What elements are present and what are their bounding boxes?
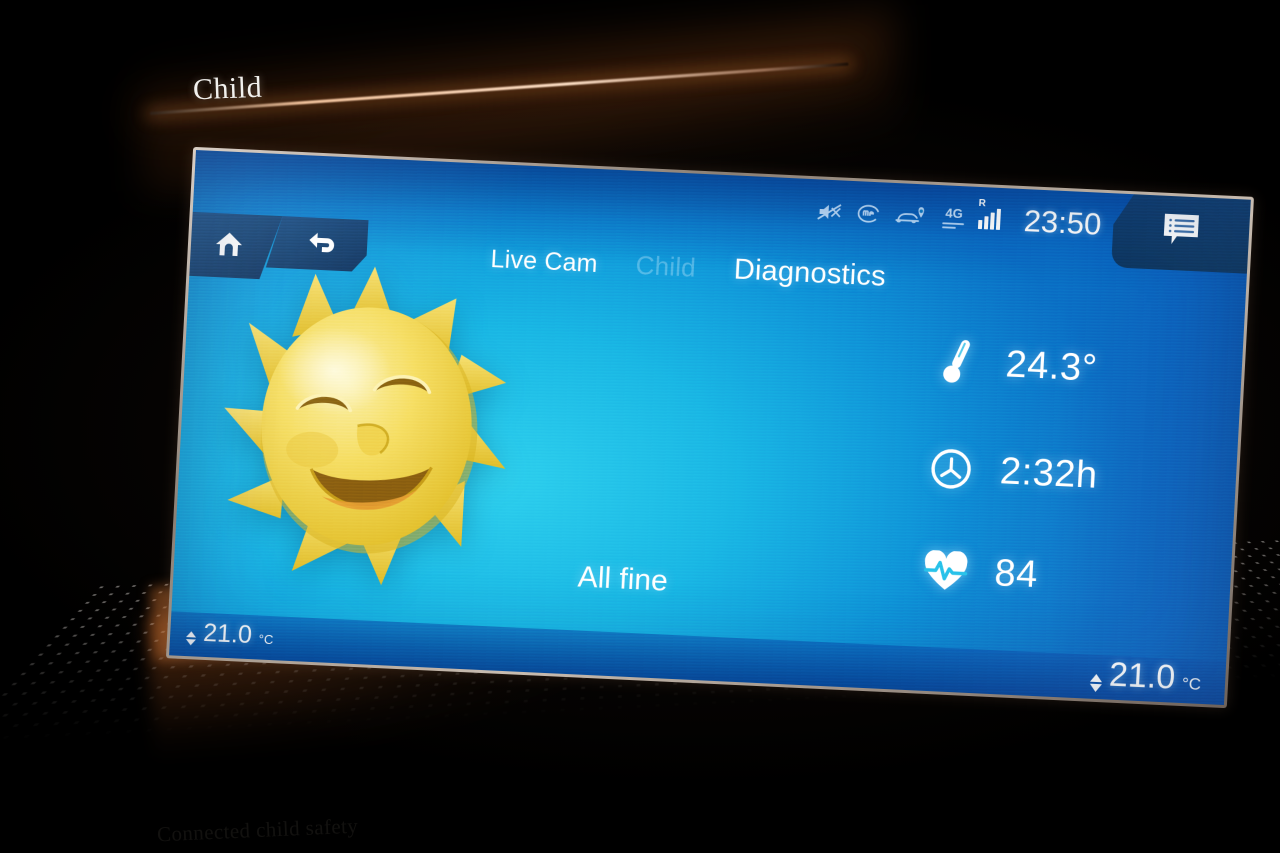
climate-right[interactable]: 21.0 °C bbox=[1089, 655, 1202, 700]
climate-left[interactable]: 21.0 °C bbox=[185, 618, 274, 652]
infotainment-display: 4G R 23:50 Live Cam Child Diagnostics Al… bbox=[165, 146, 1255, 709]
climate-right-unit: °C bbox=[1181, 674, 1202, 694]
metrics-panel: 24.3° 2:32h 84 bbox=[922, 335, 1165, 602]
messages-button[interactable] bbox=[1111, 193, 1251, 273]
status-bar: 4G R 23:50 bbox=[816, 193, 1102, 242]
car-location-icon[interactable] bbox=[894, 204, 929, 228]
mute-icon[interactable] bbox=[817, 201, 844, 222]
climate-right-value: 21.0 bbox=[1108, 655, 1177, 697]
metric-duration-value: 2:32h bbox=[998, 449, 1099, 497]
footer-caption: Connected child safety bbox=[156, 813, 359, 847]
metric-heart-rate: 84 bbox=[922, 549, 1154, 603]
smiling-sun-icon bbox=[213, 260, 520, 593]
metric-temperature-value: 24.3° bbox=[1004, 342, 1099, 390]
back-arrow-icon bbox=[306, 226, 340, 262]
network-4g-icon: 4G bbox=[941, 204, 966, 230]
metric-duration: 2:32h bbox=[927, 445, 1159, 502]
tab-bar: Live Cam Child Diagnostics bbox=[490, 242, 887, 294]
tab-diagnostics[interactable]: Diagnostics bbox=[733, 253, 887, 293]
message-list-icon bbox=[1160, 211, 1202, 252]
me-logo-icon[interactable] bbox=[855, 202, 882, 225]
tab-child[interactable]: Child bbox=[635, 250, 697, 284]
heart-rate-icon bbox=[922, 549, 970, 593]
metric-temperature: 24.3° bbox=[932, 335, 1165, 398]
stepper-up-down-icon[interactable] bbox=[185, 631, 197, 646]
climate-left-value: 21.0 bbox=[202, 618, 253, 650]
clock-icon bbox=[927, 445, 975, 493]
screen: 4G R 23:50 Live Cam Child Diagnostics Al… bbox=[169, 150, 1251, 706]
home-icon bbox=[213, 227, 245, 263]
status-message: All fine bbox=[576, 560, 669, 598]
stepper-up-down-icon[interactable] bbox=[1089, 673, 1103, 693]
status-clock: 23:50 bbox=[1022, 203, 1103, 242]
network-label: 4G bbox=[945, 204, 964, 221]
cockpit-scene: Child Connected child safety 4G R 23:50 … bbox=[0, 0, 1280, 853]
thermometer-icon bbox=[932, 335, 981, 389]
metric-heart-rate-value: 84 bbox=[993, 552, 1039, 597]
roaming-indicator: R bbox=[978, 197, 987, 210]
signal-bars-icon: R bbox=[978, 198, 1007, 231]
page-title: Child bbox=[192, 70, 263, 107]
climate-bar bbox=[169, 611, 1227, 706]
climate-left-unit: °C bbox=[258, 631, 274, 648]
